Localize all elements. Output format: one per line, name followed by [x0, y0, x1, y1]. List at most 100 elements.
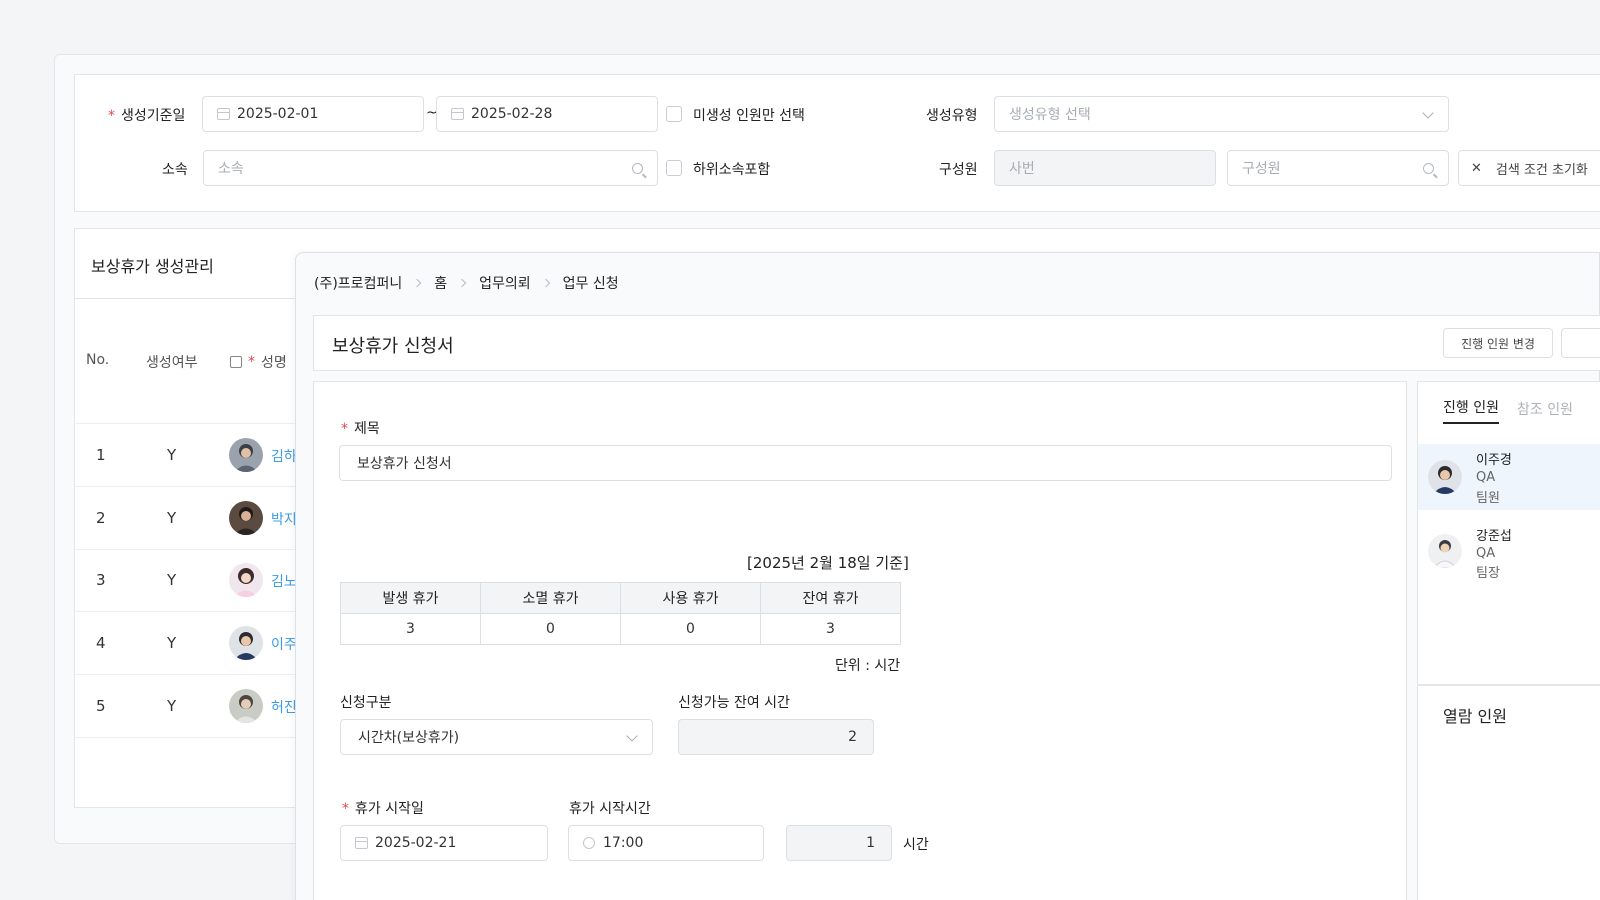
approver-name-2: 강준섭: [1476, 529, 1512, 544]
row-no: 4: [96, 634, 106, 653]
approver-role-2: 팀장: [1476, 566, 1500, 581]
emp-no-input[interactable]: 사번: [994, 150, 1216, 186]
date-label: * 생성기준일: [108, 108, 186, 124]
approver-name-1: 이주경: [1476, 453, 1512, 468]
form-header-bar: [313, 315, 1600, 371]
column-name[interactable]: * 성명: [230, 352, 287, 372]
type-label: 생성유형: [926, 108, 978, 124]
column-no[interactable]: No.: [86, 352, 109, 368]
chevron-down-icon: [1422, 107, 1434, 119]
unit-note: 단위 : 시간: [835, 658, 901, 674]
approver-avatar-2: [1428, 534, 1462, 568]
row-name-link[interactable]: 박지: [271, 509, 295, 529]
leave-summary-table: 발생 휴가 소멸 휴가 사용 휴가 잔여 휴가 3 0 0 3: [340, 582, 901, 645]
category-select[interactable]: 시간차(보상휴가): [340, 719, 653, 755]
tab-approvers[interactable]: 진행 인원: [1443, 397, 1499, 424]
row-name-link[interactable]: 김하: [271, 446, 295, 466]
required-mark: *: [342, 801, 349, 817]
ungenerated-only-checkbox[interactable]: [666, 106, 682, 122]
value-expired-leave: 0: [480, 613, 621, 645]
breadcrumb-item-apply: 업무 신청: [562, 276, 619, 292]
approver-role-1: 팀원: [1476, 491, 1500, 506]
include-sub-label: 하위소속포함: [693, 162, 771, 178]
grid-header-divider: [74, 298, 296, 299]
column-generated[interactable]: 생성여부: [146, 352, 198, 372]
remaining-hours-label: 신청가능 잔여 시간: [678, 695, 790, 711]
type-select[interactable]: 생성유형 선택: [994, 96, 1449, 132]
date-end-input[interactable]: 2025-02-28: [436, 96, 658, 132]
required-mark: *: [108, 108, 115, 124]
edit-icon: [230, 356, 242, 368]
close-icon: ✕: [1471, 160, 1482, 176]
header-expired-leave: 소멸 휴가: [480, 582, 621, 614]
dept-label: 소속: [162, 162, 188, 178]
tab-references[interactable]: 참조 인원: [1517, 399, 1600, 419]
required-mark: *: [341, 421, 348, 437]
change-approver-button[interactable]: 진행 인원 변경: [1443, 328, 1553, 358]
clock-icon: [583, 837, 595, 849]
row-generated: Y: [167, 634, 177, 653]
start-date-label: * 휴가 시작일: [342, 801, 424, 817]
search-icon: [1423, 163, 1434, 174]
subject-label: * 제목: [341, 421, 380, 437]
row-no: 5: [96, 696, 106, 715]
search-icon: [632, 163, 643, 174]
row-generated: Y: [167, 696, 177, 715]
value-occurred-leave: 3: [340, 613, 481, 645]
start-date-input[interactable]: 2025-02-21: [340, 825, 548, 861]
filter-panel: [74, 74, 1600, 212]
approver-team-1: QA: [1476, 470, 1496, 485]
more-button[interactable]: [1561, 328, 1600, 358]
value-remaining-leave: 3: [760, 613, 901, 645]
breadcrumb: (주)프로컴퍼니 홈 업무의뢰 업무 신청: [314, 273, 619, 293]
row-generated: Y: [167, 571, 177, 590]
row-name-link[interactable]: 김노: [271, 571, 295, 591]
row-no: 2: [96, 508, 106, 527]
hours-unit: 시간: [903, 837, 929, 853]
remaining-hours-field: 2: [678, 719, 874, 755]
row-avatar: [229, 626, 263, 661]
row-generated: Y: [167, 446, 177, 464]
row-name-link[interactable]: 허진: [271, 697, 295, 717]
start-time-label: 휴가 시작시간: [569, 801, 651, 817]
row-name-link[interactable]: 이주: [271, 634, 295, 654]
hours-field: 1: [786, 825, 892, 861]
chevron-right-icon: [457, 278, 467, 288]
row-avatar: [229, 500, 263, 535]
row-no: 1: [96, 446, 106, 464]
chevron-down-icon: [626, 730, 638, 742]
calendar-icon: [355, 837, 368, 849]
header-used-leave: 사용 휴가: [620, 582, 761, 614]
row-no: 3: [96, 571, 106, 590]
form-title: 보상휴가 신청서: [332, 336, 454, 357]
dept-search-input[interactable]: 소속: [203, 150, 658, 186]
member-label: 구성원: [939, 162, 978, 178]
start-time-input[interactable]: 17:00: [568, 825, 764, 861]
calendar-icon: [217, 108, 230, 120]
include-sub-checkbox[interactable]: [666, 160, 682, 176]
required-mark: *: [248, 354, 255, 370]
basis-date-caption: [2025년 2월 18일 기준]: [747, 554, 909, 572]
category-label: 신청구분: [340, 695, 392, 711]
subject-input[interactable]: 보상휴가 신청서: [339, 445, 1392, 481]
grid-title: 보상휴가 생성관리: [91, 257, 214, 276]
breadcrumb-item-company[interactable]: (주)프로컴퍼니: [314, 273, 402, 293]
value-used-leave: 0: [620, 613, 761, 645]
ungenerated-only-label: 미생성 인원만 선택: [693, 108, 805, 124]
reset-filter-button[interactable]: ✕ 검색 조건 초기화: [1458, 150, 1600, 186]
calendar-icon: [451, 108, 464, 120]
member-search-input[interactable]: 구성원: [1227, 150, 1449, 186]
chevron-right-icon: [541, 278, 550, 288]
row-avatar: [229, 438, 263, 472]
viewers-title: 열람 인원: [1443, 707, 1507, 726]
row-generated: Y: [167, 508, 177, 527]
chevron-right-icon: [412, 278, 422, 288]
breadcrumb-item-home[interactable]: 홈: [434, 273, 447, 293]
breadcrumb-item-request[interactable]: 업무의뢰: [479, 273, 531, 293]
approver-team-2: QA: [1476, 546, 1496, 561]
header-remaining-leave: 잔여 휴가: [760, 582, 901, 614]
row-avatar: [229, 688, 263, 723]
row-divider: [74, 737, 296, 738]
date-start-input[interactable]: 2025-02-01: [202, 96, 424, 132]
header-occurred-leave: 발생 휴가: [340, 582, 481, 614]
